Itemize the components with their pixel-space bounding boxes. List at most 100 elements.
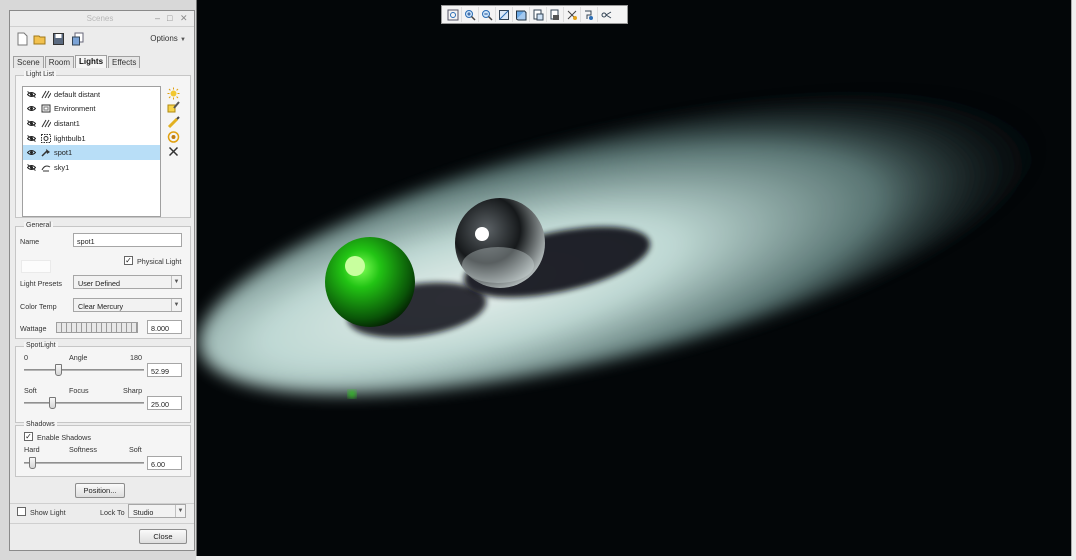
color-temp-select[interactable]: Clear Mercury ▼ bbox=[73, 298, 182, 312]
name-label: Name bbox=[20, 237, 40, 246]
light-name: sky1 bbox=[54, 162, 70, 172]
light-list-item[interactable]: sky1 bbox=[23, 160, 160, 175]
close-window-icon[interactable]: ✕ bbox=[180, 14, 188, 23]
physical-light-label: Physical Light bbox=[137, 257, 182, 266]
window-right-edge bbox=[1071, 0, 1076, 560]
light-name: lightbulb1 bbox=[54, 133, 86, 143]
annotation-display-icon[interactable] bbox=[598, 7, 615, 22]
enable-shadows-checkbox[interactable]: ✓ bbox=[24, 432, 33, 441]
light-name: Environment bbox=[54, 104, 96, 114]
eye-hidden-icon[interactable] bbox=[27, 120, 36, 127]
scenes-dialog: Scenes ‒ □ ✕ Options ▼ Scene Room Lights… bbox=[9, 10, 195, 551]
angle-max-label: 180 bbox=[130, 353, 142, 362]
spin-center-icon[interactable] bbox=[581, 7, 598, 22]
zoom-in-icon[interactable] bbox=[462, 7, 479, 22]
maximize-icon[interactable]: □ bbox=[167, 14, 172, 23]
light-name-field[interactable]: spot1 bbox=[73, 233, 182, 247]
file-toolbar: Options ▼ bbox=[10, 27, 194, 53]
options-label: Options bbox=[150, 34, 178, 43]
view-toolbar bbox=[441, 5, 628, 24]
open-folder-icon[interactable] bbox=[33, 32, 47, 46]
light-list-item[interactable]: spot1 bbox=[23, 145, 160, 160]
softness-slider-thumb[interactable] bbox=[29, 457, 36, 469]
checkmark-icon: ✓ bbox=[125, 256, 132, 265]
display-style-icon[interactable] bbox=[513, 7, 530, 22]
eye-hidden-icon[interactable] bbox=[27, 134, 36, 142]
light-list-item[interactable]: Environment bbox=[23, 102, 160, 117]
delete-light-icon[interactable] bbox=[165, 144, 181, 159]
save-copy-icon[interactable] bbox=[71, 32, 85, 46]
eye-icon[interactable] bbox=[27, 105, 36, 112]
light-presets-value: User Defined bbox=[78, 279, 120, 288]
angle-slider-thumb[interactable] bbox=[55, 364, 62, 376]
shadows-label: Shadows bbox=[24, 421, 57, 428]
light-list-item[interactable]: lightbulb1 bbox=[23, 131, 160, 146]
distant-light-icon bbox=[41, 119, 51, 128]
light-color-swatch[interactable] bbox=[21, 260, 51, 273]
tab-lights[interactable]: Lights bbox=[75, 55, 108, 68]
focus-slider-thumb[interactable] bbox=[49, 397, 56, 409]
duplicate-light-icon[interactable] bbox=[165, 101, 181, 116]
close-button[interactable]: Close bbox=[139, 529, 187, 544]
light-list-item[interactable]: distant1 bbox=[23, 116, 160, 131]
options-menu[interactable]: Options ▼ bbox=[150, 34, 186, 43]
light-list-group: Light List default distant Environment dis… bbox=[15, 71, 191, 218]
softness-slider[interactable] bbox=[24, 462, 144, 464]
focus-soft-label: Soft bbox=[24, 386, 37, 395]
angle-label: Angle bbox=[69, 353, 88, 362]
focus-field[interactable]: 25.00 bbox=[147, 396, 182, 410]
spot-light-icon bbox=[41, 149, 50, 157]
minimize-icon[interactable]: ‒ bbox=[155, 14, 160, 23]
focus-slider[interactable] bbox=[24, 402, 144, 404]
lock-to-value: Studio bbox=[133, 508, 154, 517]
eye-hidden-icon[interactable] bbox=[27, 90, 36, 98]
softness-label: Softness bbox=[69, 445, 97, 454]
lock-to-select[interactable]: Studio ▼ bbox=[128, 504, 186, 518]
wattage-field[interactable]: 8.000 bbox=[147, 320, 182, 334]
refit-icon[interactable] bbox=[445, 7, 462, 22]
light-list-item[interactable]: default distant bbox=[23, 87, 160, 102]
window-bottom-edge bbox=[196, 556, 1076, 560]
position-button[interactable]: Position... bbox=[75, 483, 125, 498]
save-icon[interactable] bbox=[52, 32, 66, 46]
chevron-down-icon: ▼ bbox=[180, 37, 186, 43]
light-list[interactable]: default distant Environment distant1 lightb… bbox=[22, 86, 161, 217]
view-orient-icon[interactable] bbox=[496, 7, 513, 22]
focus-label: Focus bbox=[69, 386, 89, 395]
angle-slider[interactable] bbox=[24, 369, 144, 371]
physical-light-checkbox[interactable]: ✓ bbox=[124, 256, 133, 265]
edit-light-icon[interactable] bbox=[165, 115, 181, 130]
angle-field[interactable]: 52.99 bbox=[147, 363, 182, 377]
wattage-label: Wattage bbox=[20, 324, 47, 333]
color-temp-label: Color Temp bbox=[20, 302, 57, 311]
tab-bar: Scene Room Lights Effects bbox=[13, 55, 141, 68]
show-light-checkbox[interactable] bbox=[17, 507, 26, 516]
softness-hard-label: Hard bbox=[24, 445, 40, 454]
eye-icon[interactable] bbox=[27, 149, 36, 156]
light-actions bbox=[165, 86, 181, 159]
zoom-out-icon[interactable] bbox=[479, 7, 496, 22]
angle-min-label: 0 bbox=[24, 353, 28, 362]
eye-hidden-icon[interactable] bbox=[27, 163, 36, 171]
saved-views-icon[interactable] bbox=[530, 7, 547, 22]
dialog-title-bar[interactable]: Scenes ‒ □ ✕ bbox=[10, 11, 194, 27]
wattage-slider[interactable] bbox=[56, 322, 138, 333]
tab-effects[interactable]: Effects bbox=[108, 56, 141, 68]
target-light-icon[interactable] bbox=[165, 130, 181, 145]
light-presets-select[interactable]: User Defined ▼ bbox=[73, 275, 182, 289]
layers-icon[interactable] bbox=[547, 7, 564, 22]
chevron-down-icon: ▼ bbox=[175, 505, 185, 517]
distant-light-icon bbox=[41, 90, 51, 99]
tab-scene[interactable]: Scene bbox=[13, 56, 44, 68]
render-viewport[interactable] bbox=[196, 0, 1071, 556]
add-light-icon[interactable] bbox=[165, 86, 181, 101]
softness-soft-label: Soft bbox=[129, 445, 142, 454]
softness-field[interactable]: 6.00 bbox=[147, 456, 182, 470]
light-presets-label: Light Presets bbox=[20, 279, 62, 288]
focus-sharp-label: Sharp bbox=[123, 386, 143, 395]
datum-display-icon[interactable] bbox=[564, 7, 581, 22]
spotlight-group: SpotLight 0 Angle 180 52.99 Soft Focus S… bbox=[15, 342, 191, 423]
new-file-icon[interactable] bbox=[15, 32, 29, 46]
tab-room[interactable]: Room bbox=[44, 56, 75, 68]
rendered-scene bbox=[198, 95, 1036, 398]
